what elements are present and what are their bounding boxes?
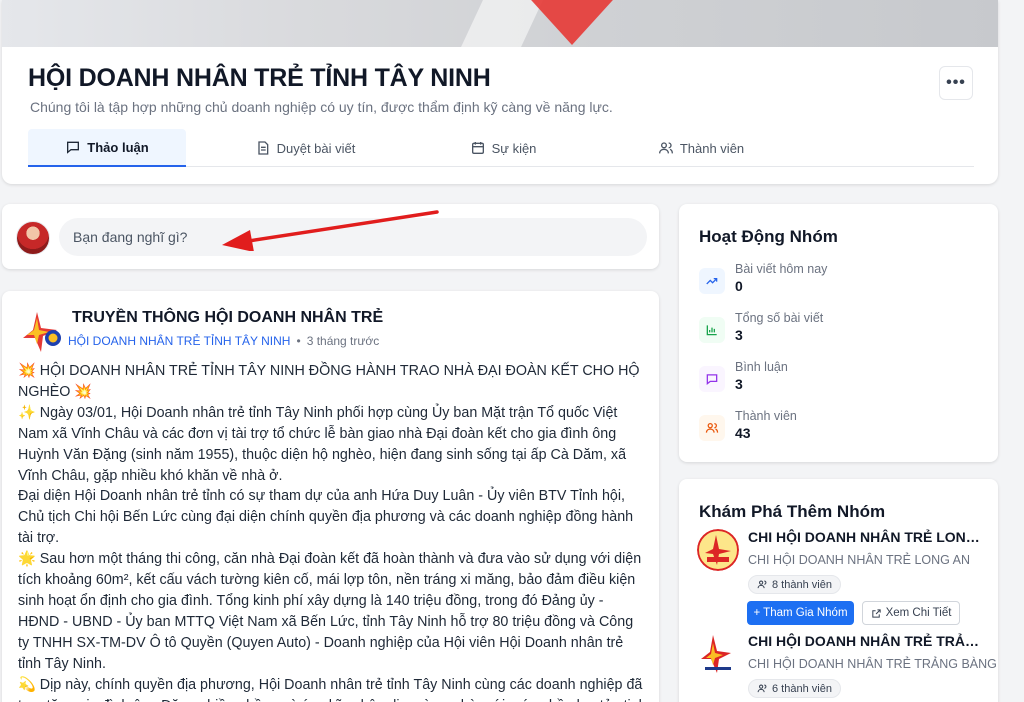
tab-label: Thành viên — [679, 140, 745, 156]
tab-label: Duyệt bài viết — [276, 140, 356, 156]
users-icon — [658, 142, 673, 154]
member-count-badge: 8 thành viên — [748, 575, 841, 594]
post-paragraph: 🌟 Sau hơn một tháng thi công, căn nhà Đạ… — [18, 551, 642, 672]
more-options-button[interactable]: ••• — [939, 66, 973, 100]
post-author[interactable]: TRUYỀN THÔNG HỘI DOANH NHÂN TRẺ — [72, 309, 383, 327]
post-timestamp[interactable]: 3 tháng trước — [307, 334, 380, 348]
group-tabs: Thảo luận Duyệt bài viết Sự kiện Thành v… — [28, 129, 974, 167]
member-count-badge: 6 thành viên — [748, 679, 841, 698]
users-icon — [757, 580, 767, 589]
group-subtitle: CHI HỘI DOANH NHÂN TRẺ TRẢNG BÀNG — [748, 657, 997, 671]
comment-icon — [699, 366, 725, 392]
activity-title: Hoạt Động Nhóm — [699, 227, 838, 246]
annotation-arrow — [222, 210, 439, 251]
users-icon — [699, 415, 725, 441]
post-paragraph: Đại diện Hội Doanh nhân trẻ tỉnh có sự t… — [18, 488, 634, 547]
member-count: 8 thành viên — [772, 578, 832, 591]
group-header: HỘI DOANH NHÂN TRẺ TỈNH TÂY NINH Chúng t… — [2, 0, 998, 184]
tab-discussion[interactable]: Thảo luận — [28, 129, 186, 167]
group-logo-icon[interactable] — [697, 529, 739, 571]
group-description: Chúng tôi là tập hợp những chủ doanh ngh… — [30, 99, 613, 115]
tab-label: Thảo luận — [87, 139, 149, 155]
tab-review-posts[interactable]: Duyệt bài viết — [226, 129, 384, 167]
meta-separator: • — [296, 334, 301, 348]
cover-red-star-shape — [522, 0, 622, 45]
stat-label: Thành viên — [735, 409, 797, 423]
stat-total-posts: Tổng số bài viết 3 — [699, 311, 979, 351]
calendar-icon — [471, 142, 484, 154]
external-link-icon — [871, 608, 881, 618]
stat-members: Thành viên 43 — [699, 409, 979, 449]
explore-title: Khám Phá Thêm Nhóm — [699, 502, 886, 521]
post-paragraph: 💫 Dịp này, chính quyền địa phương, Hội D… — [18, 676, 647, 702]
post-card: TRUYỀN THÔNG HỘI DOANH NHÂN TRẺ HỘI DOAN… — [2, 291, 659, 702]
post-paragraph: ✨ Ngày 03/01, Hội Doanh nhân trẻ tỉnh Tâ… — [18, 404, 627, 484]
stat-comments: Bình luận 3 — [699, 360, 979, 400]
group-logo-icon[interactable] — [697, 633, 739, 675]
group-name[interactable]: CHI HỘI DOANH NHÂN TRẺ LONG AN — [748, 529, 983, 545]
post-paragraph: 💥 HỘI DOANH NHÂN TRẺ TỈNH TÂY NINH ĐỒNG … — [18, 363, 640, 400]
tab-label: Sự kiện — [491, 140, 537, 156]
bar-chart-icon — [699, 317, 725, 343]
group-title: HỘI DOANH NHÂN TRẺ TỈNH TÂY NINH — [28, 64, 491, 92]
chat-icon — [67, 141, 80, 154]
post-content: 💥 HỘI DOANH NHÂN TRẺ TỈNH TÂY NINH ĐỒNG … — [18, 361, 648, 702]
explore-groups-card: Khám Phá Thêm Nhóm CHI HỘI DOANH NHÂN TR… — [679, 479, 998, 702]
more-icon: ••• — [946, 74, 966, 91]
tab-events[interactable]: Sự kiện — [424, 129, 582, 167]
stat-posts-today: Bài viết hôm nay 0 — [699, 262, 979, 302]
group-name[interactable]: CHI HỘI DOANH NHÂN TRẺ TRẢNG BÀNG — [748, 633, 983, 649]
document-icon — [257, 141, 268, 155]
post-group-link[interactable]: HỘI DOANH NHÂN TRẺ TỈNH TÂY NINH — [68, 334, 290, 348]
user-avatar[interactable] — [16, 221, 50, 255]
post-meta: HỘI DOANH NHÂN TRẺ TỈNH TÂY NINH • 3 thá… — [68, 334, 379, 348]
trending-icon — [699, 268, 725, 294]
view-details-label: Xem Chi Tiết — [885, 607, 952, 619]
stat-value: 3 — [735, 327, 743, 343]
stat-label: Bình luận — [735, 360, 788, 374]
stat-label: Tổng số bài viết — [735, 311, 824, 325]
cover-image — [2, 0, 998, 47]
group-activity-card: Hoạt Động Nhóm Bài viết hôm nay 0 Tổng s… — [679, 204, 998, 462]
group-logo-icon[interactable] — [19, 308, 65, 354]
stat-label: Bài viết hôm nay — [735, 262, 828, 276]
member-count: 6 thành viên — [772, 682, 832, 695]
stat-value: 43 — [735, 425, 751, 441]
group-subtitle: CHI HỘI DOANH NHÂN TRẺ LONG AN — [748, 553, 971, 567]
users-icon — [757, 684, 767, 693]
stat-value: 3 — [735, 376, 743, 392]
stat-value: 0 — [735, 278, 743, 294]
join-group-button[interactable]: + Tham Gia Nhóm — [747, 601, 854, 625]
view-details-button[interactable]: Xem Chi Tiết — [862, 601, 960, 625]
tab-members[interactable]: Thành viên — [622, 129, 780, 167]
